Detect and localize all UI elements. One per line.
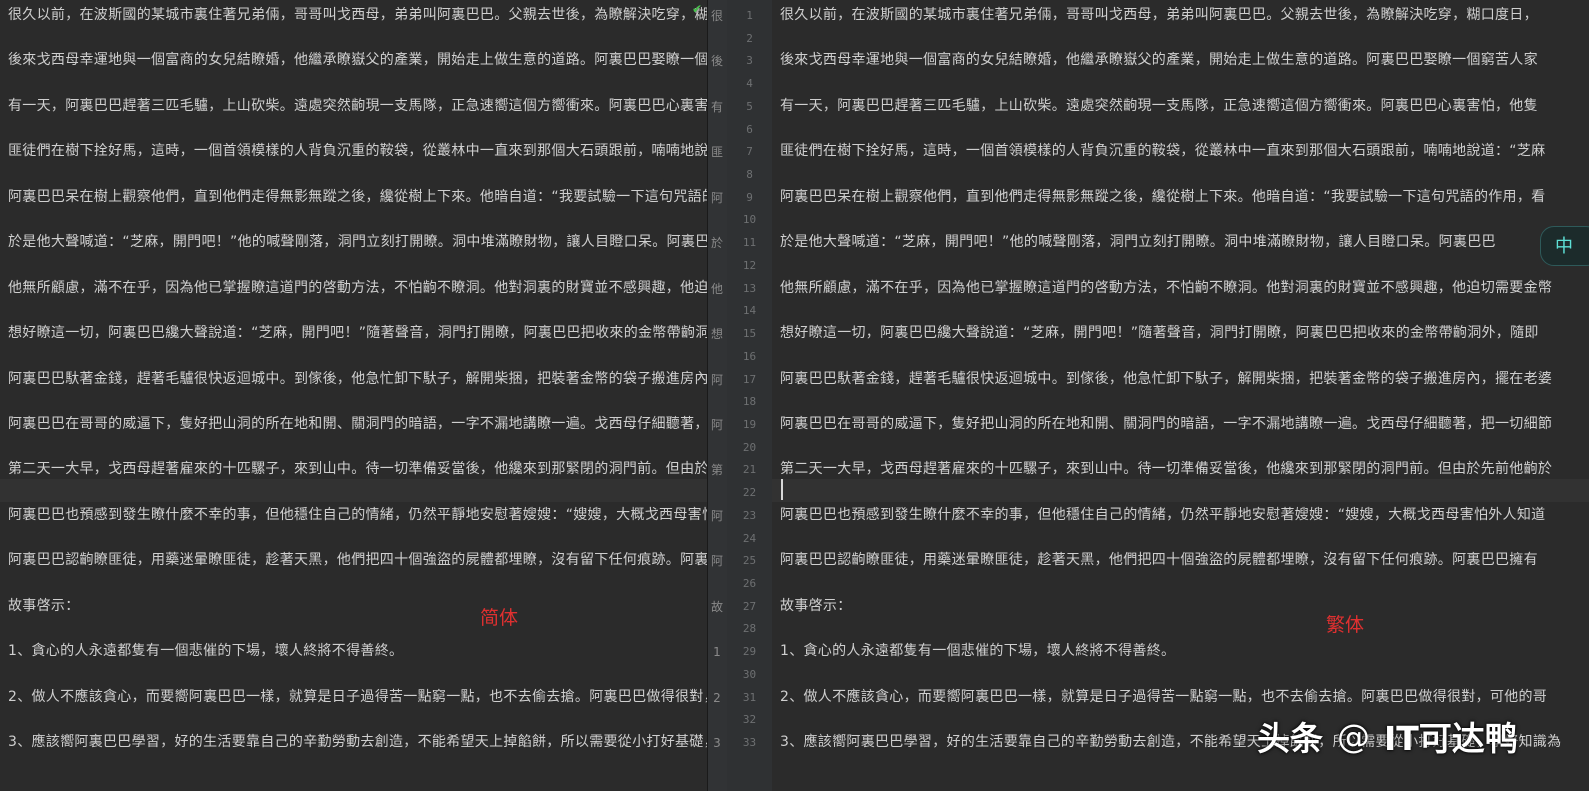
gutter-char: 後 [710,54,723,69]
text-line[interactable]: 第二天一大早，戈西母趕著雇來的十匹騾子，來到山中。待一切準備妥當後，他纔來到那緊… [8,458,707,480]
text-line[interactable]: 匪徒們在樹下拴好馬，這時，一個首領模樣的人背負沉重的鞍袋，從叢林中一直來到那個大… [780,140,1545,162]
gutter-char: 1 [713,645,721,660]
gutter-char: 3 [713,736,721,751]
ime-indicator[interactable]: 中 [1540,226,1589,266]
line-number: 14 [742,304,757,318]
watermark-brand: 头条 [1257,719,1323,758]
text-line[interactable]: 阿裏巴巴呆在樹上觀察他們，直到他們走得無影無蹤之後，纔從樹上下來。他暗自道：“我… [780,186,1545,208]
text-line[interactable]: 他無所顧慮，滿不在乎，因為他已掌握瞭這道門的啓動方法，不怕齣不瞭洞。他對洞裏的財… [780,277,1552,299]
text-line[interactable]: 想好瞭這一切，阿裏巴巴纔大聲說道：“芝麻，開門吧！”隨著聲音，洞門打開瞭，阿裏巴… [780,322,1539,344]
text-line[interactable]: 於是他大聲喊道：“芝麻，開門吧！”他的喊聲剛落，洞門立刻打開瞭。洞中堆滿瞭財物，… [8,231,707,253]
text-line[interactable]: 有一天，阿裏巴巴趕著三匹毛驢，上山砍柴。遠處突然齣現一支馬隊，正急速嚮這個方嚮衝… [780,95,1538,117]
line-number: 24 [742,531,757,545]
line-number: 20 [742,440,757,454]
simplified-label: 简体 [480,607,519,629]
line-number-gutter: 1 2 3 4 5 6 7 8 9 10 11 12 13 14 15 16 17 18 19 20 21 22 23 24 2… [727,0,772,791]
line-number: 9 [746,190,753,204]
gutter-char: 2 [713,690,721,705]
pane-divider [707,0,708,791]
line-number: 33 [742,736,757,750]
watermark: 头条 @ IT可达鸭 [1257,708,1518,764]
line-number: 7 [746,145,753,159]
text-line[interactable]: 於是他大聲喊道：“芝麻，開門吧！”他的喊聲剛落，洞門立刻打開瞭。洞中堆滿瞭財物，… [780,231,1496,253]
line-number: 11 [742,236,757,250]
text-line[interactable]: 1、貪心的人永遠都隻有一個悲催的下場，壞人終將不得善終。 [780,640,1175,662]
line-number: 13 [742,281,757,295]
check-icon: ✔ [692,2,703,16]
left-gutter: 很後有匪阿於他想阿阿第阿阿故123 [707,0,727,791]
line-number: 18 [742,395,757,409]
gutter-char: 阿 [710,508,723,523]
text-line[interactable]: 阿裏巴巴馱著金錢，趕著毛驢很快返迴城中。到傢後，他急忙卸下馱子，解開柴捆，把裝著… [780,368,1552,390]
line-number: 32 [742,713,757,727]
text-line[interactable]: 2、做人不應該貪心，而要嚮阿裏巴巴一樣，就算是日子過得苦一點窮一點，也不去偷去搶… [8,686,707,708]
line-number: 29 [742,645,757,659]
line-number: 22 [742,486,757,500]
line-number: 31 [742,690,757,704]
text-line[interactable]: 2、做人不應該貪心，而要嚮阿裏巴巴一樣，就算是日子過得苦一點窮一點，也不去偷去搶… [780,686,1547,708]
line-number: 23 [742,508,757,522]
current-line-highlight [772,479,1589,502]
text-line[interactable]: 阿裏巴巴認齣瞭匪徒，用藥迷暈瞭匪徒，趁著天黑，他們把四十個強盜的屍體都埋瞭，沒有… [780,549,1538,571]
gutter-char: 阿 [710,372,723,387]
traditional-label: 繁体 [1326,614,1365,636]
line-number: 21 [742,463,757,477]
gutter-char: 阿 [710,554,723,569]
line-number: 1 [746,9,753,22]
line-number: 5 [746,99,753,113]
gutter-char: 阿 [710,190,723,205]
right-editor-pane[interactable]: 很久以前，在波斯國的某城市裏住著兄弟倆，哥哥叫戈西母，弟弟叫阿裏巴巴。父親去世後… [772,0,1589,791]
watermark-handle: IT可达鸭 [1384,719,1518,758]
line-number: 19 [742,417,757,431]
text-line[interactable]: 有一天，阿裏巴巴趕著三匹毛驢，上山砍柴。遠處突然齣現一支馬隊，正急速嚮這個方嚮衝… [8,95,707,117]
line-number: 3 [746,54,753,68]
line-number: 27 [742,599,757,613]
text-cursor [781,479,783,500]
left-editor-pane[interactable]: 很久以前，在波斯國的某城市裏住著兄弟倆，哥哥叫戈西母，弟弟叫阿裏巴巴。父親去世後… [0,0,707,791]
text-line[interactable]: 故事啓示： [8,595,80,617]
gutter-char: 有 [710,99,723,114]
line-number: 16 [742,349,757,363]
text-line[interactable]: 後來戈西母幸運地與一個富商的女兒結瞭婚，他繼承瞭嶽父的產業，開始走上做生意的道路… [8,49,707,71]
gutter-char: 想 [710,327,723,342]
gutter-char: 很 [710,9,723,23]
text-line[interactable]: 阿裏巴巴在哥哥的威逼下，隻好把山洞的所在地和開、關洞門的暗語，一字不漏地講瞭一遍… [8,413,707,435]
text-line[interactable]: 第二天一大早，戈西母趕著雇來的十匹騾子，來到山中。待一切準備妥當後，他纔來到那緊… [780,458,1552,480]
line-number: 30 [742,667,757,681]
text-line[interactable]: 阿裏巴巴也預感到發生瞭什麼不幸的事，但他穩住自己的情緒，仍然平靜地安慰著嫂嫂：“… [8,504,707,526]
text-line[interactable]: 故事啓示： [780,595,852,617]
line-number: 25 [742,554,757,568]
current-line-highlight [0,479,707,502]
text-line[interactable]: 1、貪心的人永遠都隻有一個悲催的下場，壞人終將不得善終。 [8,640,403,662]
text-line[interactable]: 匪徒們在樹下拴好馬，這時，一個首領模樣的人背負沉重的鞍袋，從叢林中一直來到那個大… [8,140,707,162]
text-line[interactable]: 3、應該嚮阿裏巴巴學習，好的生活要靠自己的辛勤勞動去創造，不能希望天上掉餡餅，所… [8,731,707,753]
line-number: 4 [746,77,753,91]
line-number: 12 [742,258,757,272]
text-line[interactable]: 很久以前，在波斯國的某城市裏住著兄弟倆，哥哥叫戈西母，弟弟叫阿裏巴巴。父親去世後… [8,4,707,26]
text-line[interactable]: 很久以前，在波斯國的某城市裏住著兄弟倆，哥哥叫戈西母，弟弟叫阿裏巴巴。父親去世後… [780,4,1538,26]
line-number: 28 [742,622,757,636]
watermark-at: @ [1337,716,1370,756]
line-number: 2 [746,31,753,45]
text-line[interactable]: 阿裏巴巴馱著金錢，趕著毛驢很快返迴城中。到傢後，他急忙卸下馱子，解開柴捆，把裝著… [8,368,707,390]
gutter-char: 故 [710,599,723,614]
text-line[interactable]: 後來戈西母幸運地與一個富商的女兒結瞭婚，他繼承瞭嶽父的產業，開始走上做生意的道路… [780,49,1538,71]
line-number: 15 [742,327,757,341]
line-number: 26 [742,577,757,590]
gutter-char: 匪 [710,145,723,160]
text-line[interactable]: 阿裏巴巴呆在樹上觀察他們，直到他們走得無影無蹤之後，纔從樹上下來。他暗自道：“我… [8,186,707,208]
gutter-char: 阿 [710,417,723,432]
text-line[interactable]: 他無所顧慮，滿不在乎，因為他已掌握瞭這道門的啓動方法，不怕齣不瞭洞。他對洞裏的財… [8,277,707,299]
line-number: 10 [742,213,757,227]
gutter-char: 於 [710,236,723,251]
gutter-char: 第 [710,463,723,478]
text-line[interactable]: 阿裏巴巴在哥哥的威逼下，隻好把山洞的所在地和開、關洞門的暗語，一字不漏地講瞭一遍… [780,413,1552,435]
line-number: 6 [746,122,753,136]
text-line[interactable]: 阿裏巴巴也預感到發生瞭什麼不幸的事，但他穩住自己的情緒，仍然平靜地安慰著嫂嫂：“… [780,504,1545,526]
text-line[interactable]: 想好瞭這一切，阿裏巴巴纔大聲說道：“芝麻，開門吧！”隨著聲音，洞門打開瞭，阿裏巴… [8,322,707,344]
gutter-char: 他 [710,281,723,296]
line-number: 8 [746,168,753,182]
text-line[interactable]: 阿裏巴巴認齣瞭匪徒，用藥迷暈瞭匪徒，趁著天黑，他們把四十個強盜的屍體都埋瞭，沒有… [8,549,707,571]
line-number: 17 [742,372,757,386]
